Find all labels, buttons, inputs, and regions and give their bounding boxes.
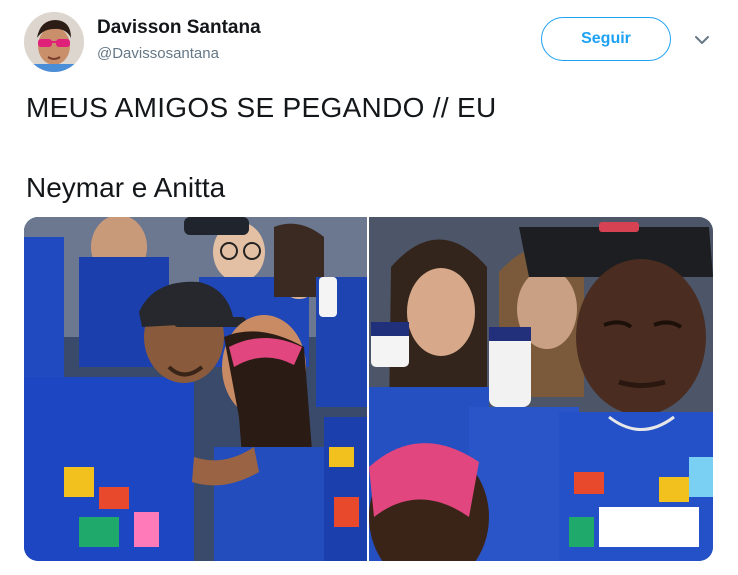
tweet-card: Davisson Santana @Davissosantana Seguir … [0, 0, 738, 575]
avatar-image [24, 12, 84, 72]
chevron-down-icon[interactable] [690, 28, 714, 52]
tweet-text-line-1: MEUS AMIGOS SE PEGANDO // EU [26, 92, 497, 123]
photo-couple-kissing[interactable] [24, 217, 367, 561]
avatar[interactable] [24, 12, 84, 72]
photo-man-alone[interactable] [369, 217, 713, 561]
tweet-text-line-2: Neymar e Anitta [26, 172, 226, 203]
follow-button[interactable]: Seguir [541, 17, 671, 61]
tweet-media[interactable] [24, 217, 713, 561]
display-name[interactable]: Davisson Santana [97, 17, 261, 39]
user-handle[interactable]: @Davissosantana [97, 45, 219, 62]
